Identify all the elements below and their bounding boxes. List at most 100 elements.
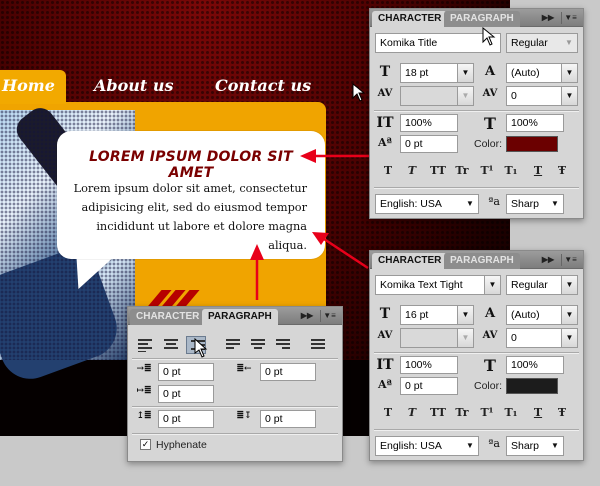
collapse-icon[interactable]: ▶▶ <box>300 310 314 322</box>
font-size-icon: T <box>379 306 391 322</box>
hyphenate-checkbox[interactable]: ✓ <box>140 439 151 450</box>
panel-menu-icon[interactable]: ▼≡ <box>561 254 579 266</box>
kerning-select[interactable]: ▼ <box>400 328 474 348</box>
space-before-field[interactable]: 0 pt <box>158 410 214 428</box>
baseline-shift-icon: Aª <box>378 378 392 391</box>
strikethrough-button[interactable]: Ŧ <box>552 404 572 422</box>
strikethrough-button[interactable]: Ŧ <box>552 162 572 180</box>
subscript-button[interactable]: T₁ <box>501 162 521 180</box>
color-label: Color: <box>474 380 503 392</box>
antialias-select[interactable]: Sharp ▼ <box>506 436 564 456</box>
baseline-shift-icon: Aª <box>378 136 392 149</box>
leading-select[interactable]: (Auto) ▼ <box>506 305 578 325</box>
all-caps-button[interactable]: TT <box>428 404 448 422</box>
language-select[interactable]: English: USA ▼ <box>375 436 479 456</box>
justify-all-icon[interactable] <box>308 336 328 354</box>
baseline-shift-field[interactable]: 0 pt <box>400 377 458 395</box>
nav-item-about[interactable]: About us <box>94 76 174 95</box>
align-center-icon[interactable] <box>161 336 181 354</box>
separator <box>374 110 579 112</box>
separator <box>132 406 338 408</box>
arrow-to-body <box>312 232 369 270</box>
vertical-scale-icon: IT <box>376 357 394 373</box>
color-label: Color: <box>474 138 503 150</box>
horizontal-scale-field[interactable]: 100% <box>506 356 564 374</box>
indent-left-field[interactable]: 0 pt <box>158 363 214 381</box>
hyphenate-label: Hyphenate <box>156 439 207 451</box>
superscript-button[interactable]: T¹ <box>477 162 497 180</box>
all-caps-button[interactable]: TT <box>428 162 448 180</box>
separator <box>374 187 579 189</box>
subscript-button[interactable]: T₁ <box>501 404 521 422</box>
baseline-shift-field[interactable]: 0 pt <box>400 135 458 153</box>
tab-paragraph[interactable]: PARAGRAPH <box>444 253 520 269</box>
vertical-scale-field[interactable]: 100% <box>400 356 458 374</box>
character-panel-bottom: CHARACTER PARAGRAPH ▶▶ ▼≡ Komika Text Ti… <box>369 250 584 461</box>
vertical-scale-icon: IT <box>376 115 394 131</box>
justify-last-right-icon[interactable] <box>273 336 293 354</box>
indent-left-icon: →≣ <box>136 364 152 374</box>
font-size-select[interactable]: 18 pt ▼ <box>400 63 474 83</box>
align-left-icon[interactable] <box>136 336 156 354</box>
color-swatch[interactable] <box>506 378 558 394</box>
leading-select[interactable]: (Auto) ▼ <box>506 63 578 83</box>
language-select[interactable]: English: USA ▼ <box>375 194 479 214</box>
font-size-icon: T <box>379 64 391 80</box>
tracking-select[interactable]: 0 ▼ <box>506 328 578 348</box>
horizontal-scale-icon: T <box>484 356 496 375</box>
panel-tabbar: CHARACTER PARAGRAPH ▶▶ ▼≡ <box>370 9 583 27</box>
panel-menu-icon[interactable]: ▼≡ <box>320 310 338 322</box>
tab-character[interactable]: CHARACTER <box>372 253 448 269</box>
pointer-cursor-icon <box>194 338 208 358</box>
arrow-to-title <box>300 149 375 163</box>
vertical-scale-field[interactable]: 100% <box>400 114 458 132</box>
horizontal-scale-field[interactable]: 100% <box>506 114 564 132</box>
collapse-icon[interactable]: ▶▶ <box>541 12 555 24</box>
arrow-to-bubble-bottom <box>250 244 264 300</box>
tab-paragraph[interactable]: PARAGRAPH <box>444 11 520 27</box>
font-style-select[interactable]: Regular ▼ <box>506 275 578 295</box>
small-caps-button[interactable]: Tr <box>452 162 472 180</box>
leading-icon: A <box>484 306 496 321</box>
kerning-select[interactable]: ▼ <box>400 86 474 106</box>
panel-menu-icon[interactable]: ▼≡ <box>561 12 579 24</box>
separator <box>374 352 579 354</box>
justify-last-center-icon[interactable] <box>248 336 268 354</box>
antialias-icon: ªa <box>488 195 500 208</box>
font-size-select[interactable]: 16 pt ▼ <box>400 305 474 325</box>
space-after-icon: ≣↧ <box>236 411 252 421</box>
font-family-select[interactable]: Komika Text Tight ▼ <box>375 275 501 295</box>
underline-button[interactable]: T <box>528 162 548 180</box>
antialias-select[interactable]: Sharp ▼ <box>506 194 564 214</box>
mouse-cursor-icon <box>352 83 366 102</box>
tracking-select[interactable]: 0 ▼ <box>506 86 578 106</box>
color-swatch[interactable] <box>506 136 558 152</box>
faux-italic-button[interactable]: T <box>402 162 422 180</box>
nav-item-home[interactable]: Home <box>2 76 55 95</box>
underline-button[interactable]: T <box>528 404 548 422</box>
faux-italic-button[interactable]: T <box>402 404 422 422</box>
small-caps-button[interactable]: Tr <box>452 404 472 422</box>
kerning-icon: AV <box>377 330 393 341</box>
space-after-field[interactable]: 0 pt <box>260 410 316 428</box>
text-style-buttons: T T TT Tr T¹ T₁ T Ŧ <box>378 404 578 422</box>
collapse-icon[interactable]: ▶▶ <box>541 254 555 266</box>
faux-bold-button[interactable]: T <box>378 162 398 180</box>
faux-bold-button[interactable]: T <box>378 404 398 422</box>
text-style-buttons: T T TT Tr T¹ T₁ T Ŧ <box>378 162 578 180</box>
leading-icon: A <box>484 64 496 79</box>
nav-item-contact[interactable]: Contact us <box>215 76 311 95</box>
indent-first-line-icon: ↦≣ <box>136 386 152 396</box>
justify-last-left-icon[interactable] <box>223 336 243 354</box>
mouse-cursor-icon <box>482 27 496 46</box>
font-style-select[interactable]: Regular ▼ <box>506 33 578 53</box>
separator <box>132 433 338 435</box>
indent-first-line-field[interactable]: 0 pt <box>158 385 214 403</box>
bubble-body: Lorem ipsum dolor sit amet, consectetur … <box>73 182 307 252</box>
panel-tabbar: CHARACTER PARAGRAPH ▶▶ ▼≡ <box>128 307 342 325</box>
tab-paragraph[interactable]: PARAGRAPH <box>202 309 278 325</box>
tab-character[interactable]: CHARACTER <box>372 11 448 27</box>
tab-character[interactable]: CHARACTER <box>130 309 206 325</box>
superscript-button[interactable]: T¹ <box>477 404 497 422</box>
indent-right-field[interactable]: 0 pt <box>260 363 316 381</box>
